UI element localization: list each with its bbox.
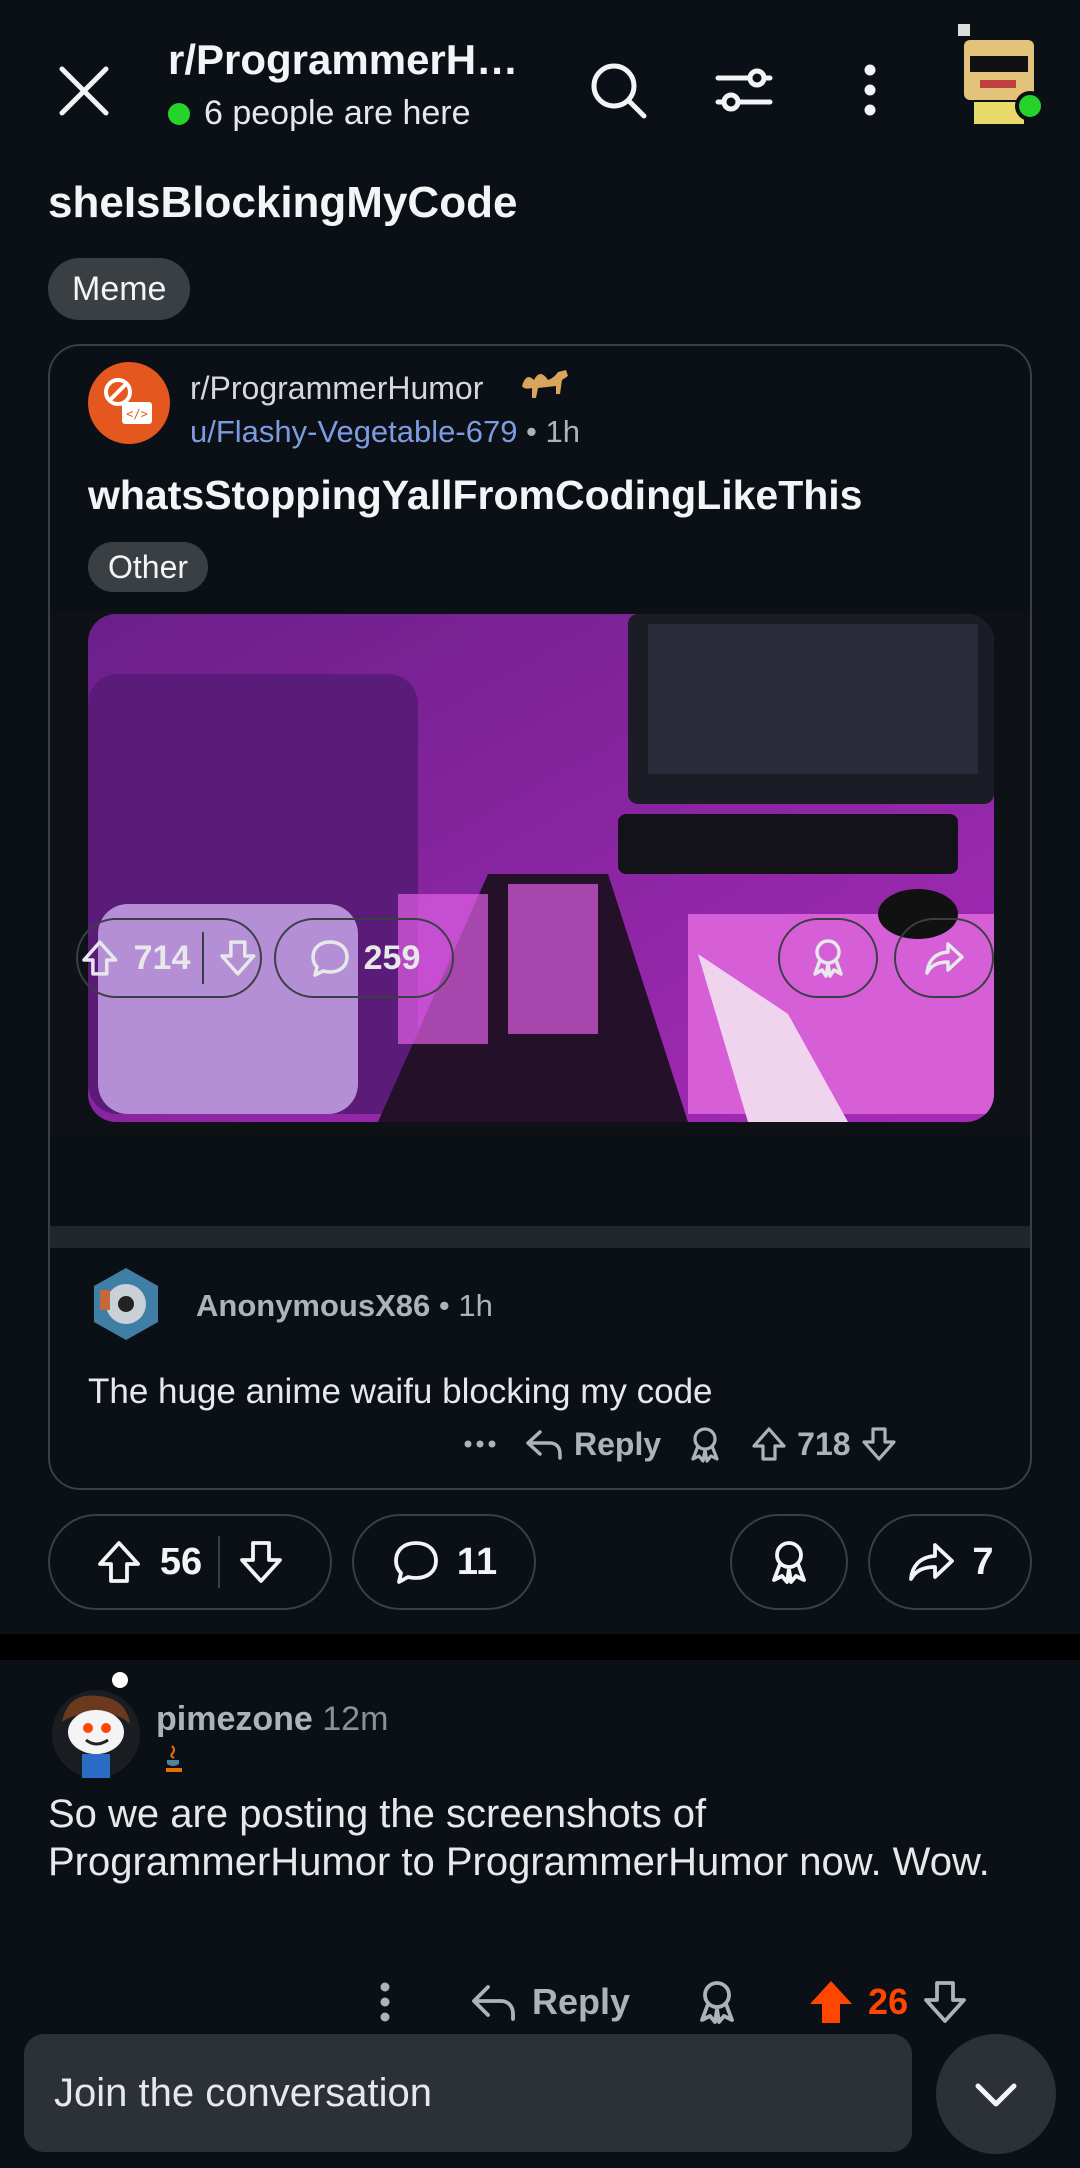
close-icon[interactable] [48, 55, 120, 127]
subreddit-icon: </> [88, 362, 170, 444]
downvote-icon[interactable] [859, 1424, 899, 1464]
comment-timestamp: 12m [322, 1700, 389, 1738]
comment-avatar[interactable] [88, 1266, 164, 1342]
sort-filter-icon[interactable] [704, 50, 784, 130]
upvote-icon[interactable] [749, 1424, 789, 1464]
comment-reply-button[interactable]: Reply [524, 1424, 661, 1464]
join-conversation-input[interactable]: Join the conversation [24, 2034, 912, 2152]
vote-divider [218, 1536, 221, 1588]
crosspost-comment-count: 259 [363, 938, 421, 977]
post-vote-pill: 56 [48, 1514, 332, 1610]
online-dot-icon [168, 102, 190, 125]
post-award-button[interactable] [730, 1514, 848, 1610]
comment-author-name[interactable]: AnonymousX86 [196, 1288, 430, 1323]
comment-body: The huge anime waifu blocking my code [88, 1372, 713, 1411]
search-icon[interactable] [578, 50, 658, 130]
subreddit-name[interactable]: r/ProgrammerHu... [168, 36, 533, 84]
award-icon[interactable] [685, 1424, 725, 1464]
comment-body: So we are posting the screenshots of Pro… [48, 1792, 990, 1884]
commenter-meta: pimezone 12m [156, 1700, 388, 1739]
downvote-icon[interactable] [236, 1537, 286, 1587]
upvote-icon[interactable] [94, 1537, 144, 1587]
chevron-down-icon [975, 2083, 1017, 2107]
more-options-icon[interactable] [460, 1424, 500, 1464]
java-flair-icon [162, 1744, 186, 1774]
post-share-count: 7 [972, 1540, 994, 1583]
reply-label: Reply [532, 1981, 631, 2022]
top-bar: r/ProgrammerHu... 6 people are here [0, 0, 1080, 170]
post-title: sheIsBlockingMyCode [48, 178, 518, 227]
award-icon [772, 1541, 806, 1584]
commenter-avatar[interactable] [48, 1668, 144, 1780]
presence-indicator: 6 people are here [168, 94, 471, 133]
downvote-icon[interactable] [920, 1977, 970, 2027]
crosspost-subreddit[interactable]: r/ProgrammerHumor [190, 370, 483, 407]
post-share-button[interactable]: 7 [868, 1514, 1032, 1610]
award-icon [813, 939, 843, 978]
comment-icon [394, 1541, 438, 1584]
comment-vote: 718 [749, 1424, 898, 1464]
crosspost-author-name[interactable]: u/Flashy-Vegetable-679 [190, 414, 517, 449]
upvote-icon[interactable] [78, 936, 122, 980]
card-separator [50, 1226, 1030, 1248]
crosspost-flair[interactable]: Other [88, 542, 209, 592]
presence-text: 6 people are here [204, 94, 471, 132]
comment-actions: Reply 718 [460, 1418, 899, 1470]
post-comment-count: 11 [456, 1540, 498, 1583]
reply-label: Reply [574, 1425, 662, 1462]
post-upvote-count: 56 [159, 1540, 203, 1583]
camel-flair-icon [516, 358, 576, 408]
comment-vote: 26 [806, 1977, 970, 2027]
crosspost-share-button[interactable] [894, 918, 994, 998]
crosspost-upvote-count: 714 [133, 938, 191, 977]
comment-score: 26 [868, 1981, 909, 2022]
reply-icon [526, 1430, 562, 1460]
crosspost-vote-pill: 714 [76, 918, 262, 998]
comment-time: • 1h [430, 1288, 493, 1323]
crosspost-title: whatsStoppingYallFromCodingLikeThis [88, 472, 863, 518]
reply-button[interactable]: Reply [468, 1977, 630, 2027]
award-icon[interactable] [692, 1977, 742, 2027]
more-options-icon[interactable] [830, 50, 910, 130]
more-options-icon[interactable] [360, 1977, 410, 2027]
share-icon [909, 1543, 955, 1581]
downvote-icon[interactable] [216, 936, 260, 980]
comment-score: 718 [797, 1425, 851, 1462]
comment-author[interactable]: AnonymousX86 • 1h [196, 1288, 493, 1324]
comment-icon [310, 940, 349, 977]
section-divider [0, 1634, 1080, 1660]
crosspost-card[interactable]: </> r/ProgrammerHumor u/Flashy-Vegetable… [48, 344, 1032, 1490]
vote-divider [202, 932, 205, 984]
crosspost-comments-button[interactable]: 259 [274, 918, 454, 998]
user-avatar[interactable] [950, 20, 1050, 130]
post-comments-button[interactable]: 11 [352, 1514, 536, 1610]
crosspost-image[interactable] [88, 614, 994, 1122]
post-flair[interactable]: Meme [48, 258, 191, 320]
crosspost-award-button[interactable] [778, 918, 878, 998]
svg-text:</>: </> [126, 407, 148, 421]
collapse-button[interactable] [936, 2034, 1056, 2154]
comment-action-bar: Reply 26 [360, 1970, 970, 2034]
reply-icon [472, 1985, 515, 2021]
commenter-name[interactable]: pimezone [156, 1700, 313, 1738]
crosspost-author[interactable]: u/Flashy-Vegetable-679 • 1h [190, 414, 580, 450]
share-icon [925, 942, 964, 975]
crosspost-time: • 1h [517, 414, 580, 449]
upvote-active-icon[interactable] [806, 1977, 856, 2027]
